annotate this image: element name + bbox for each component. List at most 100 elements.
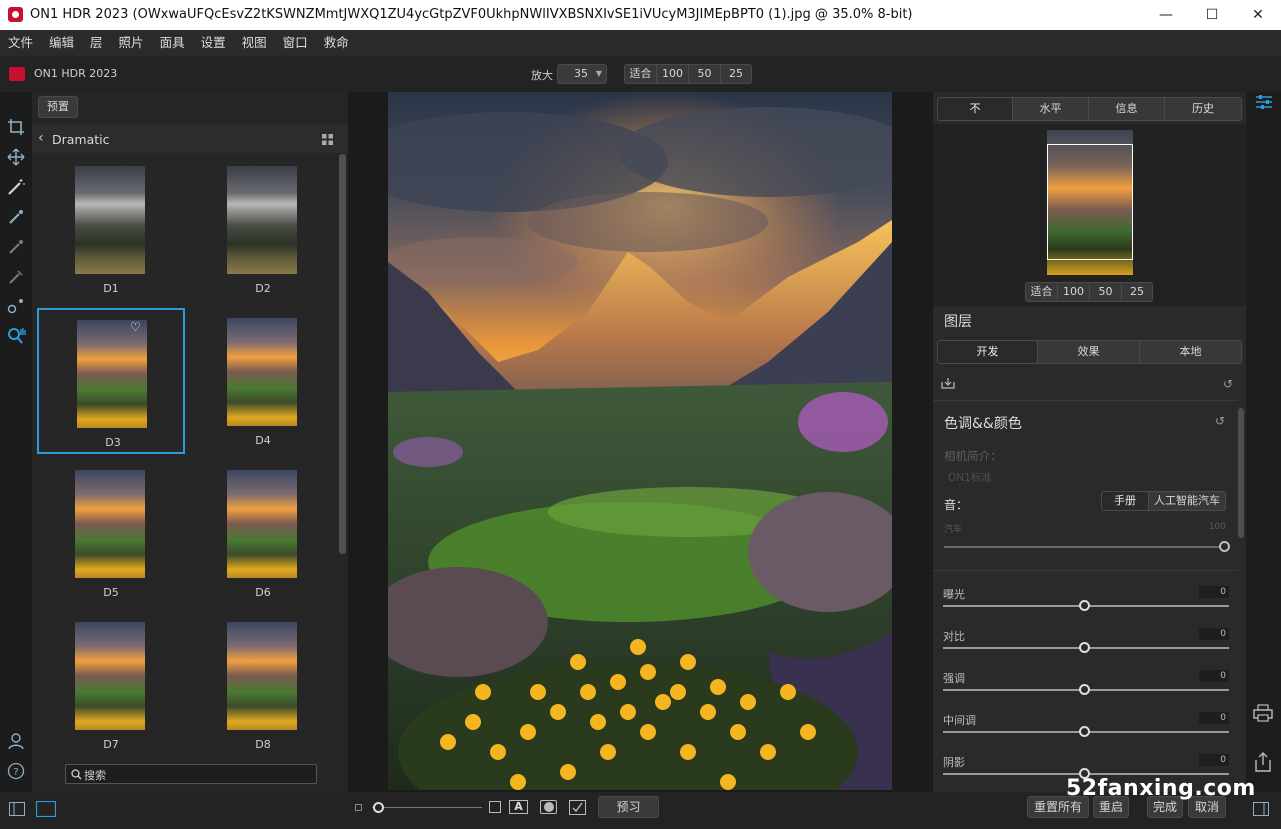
close-button[interactable]: ✕ [1235,0,1281,30]
nav-100-button[interactable]: 100 [1058,283,1090,301]
main-photo[interactable] [388,92,892,790]
navigator-viewport[interactable] [1047,144,1133,260]
preset-thumbnail[interactable]: D5 [37,460,185,606]
navigator-tabs: 不 水平 信息 历史 [937,97,1242,121]
tab-develop[interactable]: 开发 [938,341,1038,363]
tab-local[interactable]: 本地 [1140,341,1241,363]
menu-photo[interactable]: 照片 [119,30,144,56]
slider-knob[interactable] [1079,684,1090,695]
preset-thumbnail[interactable]: ♡ D3 [37,308,185,454]
tab-levels[interactable]: 水平 [1013,98,1089,120]
menu-edit[interactable]: 编辑 [49,30,74,56]
zoom-select[interactable]: 35 ▼ [557,64,607,84]
menu-file[interactable]: 文件 [8,30,33,56]
zoom-25-button[interactable]: 25 [721,65,751,83]
tone-slider[interactable]: 强调 0 [943,670,1229,710]
preset-thumbnail[interactable]: D7 [37,612,185,756]
preset-thumbnail[interactable]: D1 [37,156,185,302]
move-tool-icon[interactable] [7,148,25,166]
slider-value-field[interactable]: 0 [1199,754,1229,766]
text-overlay-icon[interactable]: A [509,800,528,814]
preset-thumbnail[interactable]: D4 [189,308,337,454]
menu-layer[interactable]: 层 [90,30,103,56]
slider-knob[interactable] [1079,642,1090,653]
grid-view-icon[interactable] [322,134,333,145]
tab-info[interactable]: 信息 [1089,98,1165,120]
slider-value-field[interactable]: 0 [1199,712,1229,724]
tab-effects[interactable]: 效果 [1038,341,1140,363]
window-title: ON1 HDR 2023 (OWxwaUFQcEsvZ2tKSWNZMmtJWX… [30,7,913,22]
menu-mask[interactable]: 面具 [160,30,185,56]
thumb-size-slider-knob[interactable] [373,802,384,813]
thumb-size-slider-track[interactable] [372,807,482,808]
adjust-sliders-icon[interactable] [1255,94,1273,110]
divider [933,570,1238,571]
menu-view[interactable]: 视图 [242,30,267,56]
image-canvas[interactable] [348,92,933,792]
toggle-filmstrip-icon[interactable] [36,801,56,817]
search-field[interactable]: 搜索 [65,764,317,784]
camera-profile-value[interactable]: ON1标准 [948,470,992,485]
menu-window[interactable]: 窗口 [283,30,308,56]
user-icon[interactable] [7,732,25,750]
preset-label: D2 [255,282,271,295]
tone-slider[interactable]: 曝光 0 [943,586,1229,626]
slider-value-field[interactable]: 0 [1199,586,1229,598]
retouch-tool-icon[interactable] [7,296,25,314]
panel-toggle-icon[interactable] [1253,802,1269,816]
menu-help[interactable]: 救命 [324,30,349,56]
slider-value-field[interactable]: 0 [1199,628,1229,640]
reset-develop-icon[interactable]: ↺ [1223,377,1233,391]
tab-history[interactable]: 历史 [1165,98,1241,120]
share-export-icon[interactable] [1254,752,1272,772]
magic-wand-icon[interactable] [7,178,25,196]
crop-tool-icon[interactable] [7,118,25,136]
panel-scrollbar[interactable] [1238,408,1244,538]
favorite-heart-icon[interactable]: ♡ [130,320,141,334]
preset-thumbnail[interactable]: D8 [189,612,337,756]
tab-none[interactable]: 不 [938,98,1013,120]
line-mask-icon[interactable] [7,268,25,286]
preset-browser-panel: 预置 ‹ Dramatic D1 D2 ♡ D3 D4 D5 D6 D7 D8 搜索 [32,92,348,792]
mask-view-icon[interactable] [540,800,557,814]
print-icon[interactable] [1253,704,1273,722]
soft-proof-icon[interactable] [569,800,586,815]
brush-tool-icon[interactable] [7,208,25,226]
menu-settings[interactable]: 设置 [201,30,226,56]
help-icon[interactable]: ? [7,762,25,780]
nav-fit-button[interactable]: 适合 [1026,283,1058,301]
tone-manual-button[interactable]: 手册 [1102,492,1149,510]
minimize-button[interactable]: — [1143,0,1189,30]
tone-slider[interactable]: 对比 0 [943,628,1229,668]
maximize-button[interactable]: ☐ [1189,0,1235,30]
layers-title: 图层 [944,314,972,330]
preset-thumbnail[interactable]: D6 [189,460,337,606]
tone-ai-auto-button[interactable]: 人工智能汽车 [1149,492,1225,510]
slider-knob[interactable] [1079,600,1090,611]
preset-thumbnail[interactable]: D2 [189,156,337,302]
preview-button[interactable]: 预习 [598,796,659,818]
navigator-thumbnail[interactable] [1047,130,1133,275]
nav-50-button[interactable]: 50 [1090,283,1122,301]
slider-value-field[interactable]: 0 [1199,670,1229,682]
save-preset-icon[interactable] [941,377,955,389]
toggle-browser-icon[interactable] [9,802,25,816]
back-chevron-icon[interactable]: ‹ [38,130,44,146]
reset-section-icon[interactable]: ↺ [1215,414,1225,428]
zoom-100-button[interactable]: 100 [657,65,689,83]
presets-button[interactable]: 预置 [38,96,78,118]
slider-knob[interactable] [1079,726,1090,737]
app-bar: ON1 HDR 2023 放大 35 ▼ 适合 100 50 25 [0,56,1281,92]
title-bar: ON1 HDR 2023 (OWxwaUFQcEsvZ2tKSWNZMmtJWX… [0,0,1281,30]
zoom-hand-tool-icon[interactable] [7,326,26,344]
auto-slider-knob[interactable] [1219,541,1230,552]
thumb-size-small-icon[interactable] [355,804,362,811]
compare-icon[interactable] [489,801,501,813]
mask-brush-icon[interactable] [7,238,25,256]
zoom-fit-button[interactable]: 适合 [625,65,657,83]
tone-slider[interactable]: 中间调 0 [943,712,1229,752]
auto-slider[interactable]: 汽车 100 [944,522,1230,552]
zoom-50-button[interactable]: 50 [689,65,721,83]
nav-25-button[interactable]: 25 [1122,283,1152,301]
browser-scrollbar[interactable] [339,154,346,554]
